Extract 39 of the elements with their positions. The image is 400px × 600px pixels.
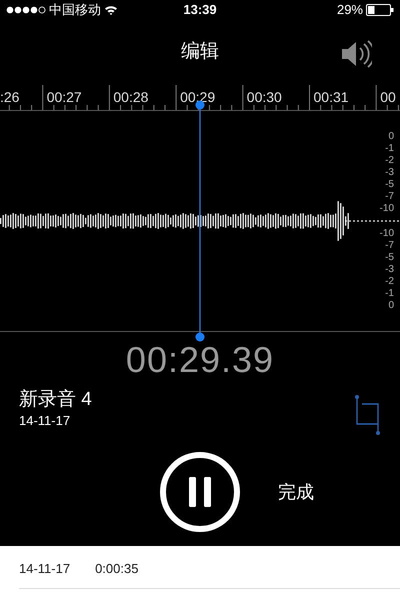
db-label: -2	[385, 276, 394, 288]
done-button[interactable]: 完成	[278, 478, 314, 506]
db-label: -1	[385, 143, 394, 155]
wifi-icon	[104, 5, 118, 15]
db-label: 0	[388, 131, 394, 143]
recording-duration: 0:00:35	[95, 560, 138, 578]
recording-date: 14-11-17	[19, 412, 72, 430]
time-label: 00:28	[113, 88, 148, 107]
time-label: 00:31	[314, 88, 349, 107]
baseline-line	[345, 220, 400, 222]
db-label: -5	[385, 179, 394, 191]
db-label: -5	[385, 252, 394, 264]
db-label: -7	[385, 240, 394, 252]
db-label: -7	[385, 191, 394, 203]
clock-time: 13:39	[183, 1, 217, 20]
speaker-icon[interactable]	[340, 40, 372, 68]
recording-date: 14-11-17	[19, 560, 70, 578]
time-label: :26	[0, 88, 20, 107]
db-label: -10	[380, 228, 394, 240]
screen-title: 编辑	[181, 40, 219, 64]
battery-percent: 29%	[336, 1, 363, 20]
db-label: 0	[388, 300, 394, 312]
db-label: -3	[385, 264, 394, 276]
pause-icon	[187, 477, 213, 507]
carrier-name: 中国移动	[49, 1, 101, 20]
db-label: -1	[385, 288, 394, 300]
time-label: 00:29	[180, 88, 216, 107]
db-label: -10	[380, 203, 394, 215]
db-label: -3	[385, 167, 394, 179]
time-label: 00	[380, 88, 396, 107]
pause-button[interactable]	[160, 452, 240, 532]
time-label: 00:30	[246, 88, 282, 107]
trim-icon[interactable]	[355, 394, 381, 436]
recording-name: 新录音 4	[19, 388, 92, 412]
signal-icon	[6, 6, 46, 14]
battery-icon	[366, 4, 394, 16]
time-label: 00:27	[46, 88, 82, 107]
db-label: -2	[385, 155, 394, 167]
elapsed-time: 00:29.39	[126, 340, 274, 380]
